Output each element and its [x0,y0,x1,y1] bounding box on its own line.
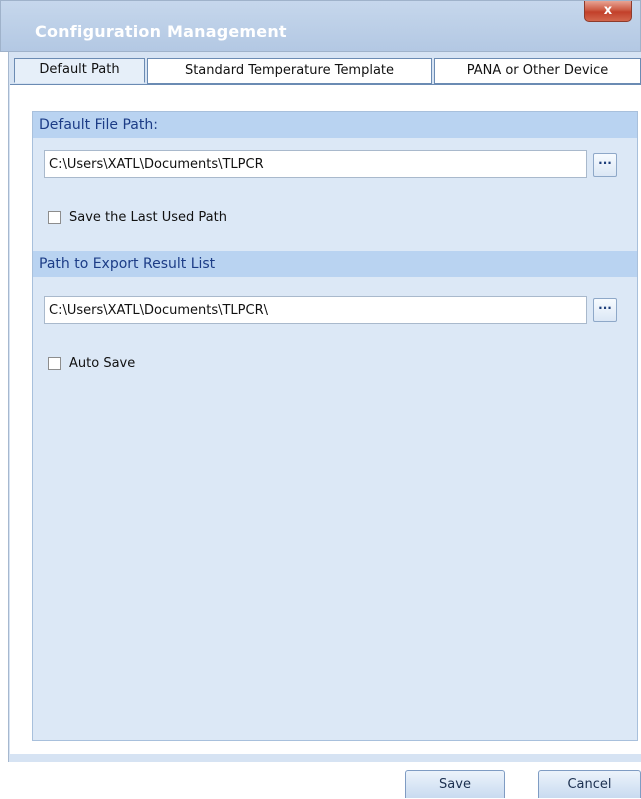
tab-standard-temperature-template[interactable]: Standard Temperature Template [147,58,432,84]
save-last-used-path-label: Save the Last Used Path [69,209,227,225]
export-result-path-browse-button[interactable]: ··· [593,298,617,322]
export-result-path-header: Path to Export Result List [33,251,637,277]
auto-save-checkbox[interactable] [48,356,61,370]
auto-save-option[interactable]: Auto Save [48,353,135,373]
cancel-button[interactable]: Cancel [538,770,641,798]
save-last-used-path-checkbox[interactable] [48,210,61,224]
export-result-path-input[interactable] [44,296,587,324]
window-title: Configuration Management [35,22,287,41]
tab-page-default-path: Default File Path: ··· Save the Last Use… [10,84,641,754]
close-button[interactable]: x [584,1,632,22]
default-file-path-header: Default File Path: [33,112,637,138]
tab-strip: Default Path Standard Temperature Templa… [14,58,641,84]
default-file-path-input[interactable] [44,150,587,178]
auto-save-label: Auto Save [69,355,136,371]
save-last-used-path-option[interactable]: Save the Last Used Path [48,207,227,227]
save-button[interactable]: Save [405,770,505,798]
tab-pana-or-other-device[interactable]: PANA or Other Device [434,58,641,84]
tab-default-path[interactable]: Default Path [14,58,145,83]
default-file-path-browse-button[interactable]: ··· [593,153,617,177]
title-bar: Configuration Management x [0,0,641,52]
default-path-panel: Default File Path: ··· Save the Last Use… [32,111,638,741]
